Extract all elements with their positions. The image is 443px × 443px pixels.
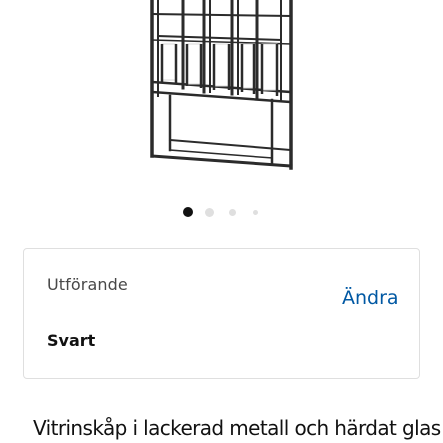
image-carousel-dots xyxy=(0,206,443,218)
finish-option-value: Svart xyxy=(47,331,96,350)
product-page: Utförande Svart Ändra Vitrinskåp i lacke… xyxy=(0,0,443,443)
carousel-dot-active[interactable] xyxy=(183,207,193,217)
carousel-dot[interactable] xyxy=(205,208,214,217)
product-image[interactable] xyxy=(0,0,443,190)
finish-option-card[interactable]: Utförande Svart Ändra xyxy=(23,248,420,379)
product-title: Vitrinskåp i lackerad metall och härdat … xyxy=(33,416,441,440)
change-finish-link[interactable]: Ändra xyxy=(342,287,399,309)
finish-option-label: Utförande xyxy=(47,275,128,294)
glass-door-cabinet-image xyxy=(150,0,293,170)
carousel-dot[interactable] xyxy=(253,210,258,215)
carousel-dot[interactable] xyxy=(229,209,236,216)
